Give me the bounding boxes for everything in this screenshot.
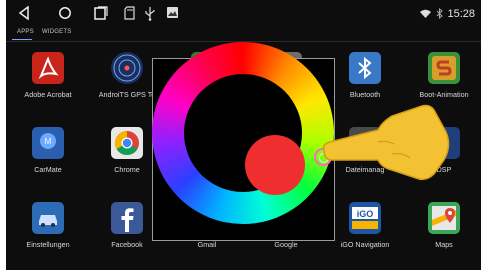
app-igo-navigation[interactable]: iGO iGO Navigation (325, 202, 405, 262)
recents-nav-icon[interactable] (94, 6, 108, 20)
color-wheel[interactable] (152, 42, 334, 224)
wifi-icon (420, 9, 431, 18)
app-carmate[interactable]: M CarMate (8, 127, 88, 187)
adobe-acrobat-icon (32, 52, 64, 84)
carmate-icon: M (32, 127, 64, 159)
svg-text:M: M (45, 137, 52, 146)
selected-color-preview[interactable] (245, 135, 305, 195)
app-label: Facebook (111, 240, 143, 249)
pointing-hand-icon (322, 104, 450, 181)
status-clock: 15:28 (447, 8, 475, 20)
app-label: Maps (435, 240, 453, 249)
sd-card-icon (124, 6, 135, 20)
bluetooth-icon (349, 52, 381, 84)
chrome-icon (111, 127, 143, 159)
color-wheel-center (184, 74, 305, 195)
app-label: Adobe Acrobat (24, 90, 72, 99)
igo-navigation-icon: iGO (349, 202, 381, 234)
app-label: CarMate (34, 165, 62, 174)
back-nav-icon[interactable] (18, 6, 30, 20)
app-maps[interactable]: Maps (404, 202, 481, 262)
image-icon (167, 7, 178, 18)
app-label: Bluetooth (349, 90, 381, 99)
settings-car-icon (32, 202, 64, 234)
app-label: Google (274, 240, 298, 249)
tab-widgets[interactable]: WIDGETS (42, 29, 71, 35)
home-nav-icon[interactable] (58, 6, 72, 20)
maps-icon (428, 202, 460, 234)
status-bar: 15:28 (6, 0, 481, 28)
facebook-icon (111, 202, 143, 234)
gps-test-icon (111, 52, 143, 84)
tab-apps[interactable]: APPS (17, 29, 34, 35)
boot-animation-icon (428, 52, 460, 84)
app-label: iGO Navigation (340, 240, 390, 249)
app-label: Boot-Animation (419, 90, 469, 99)
app-label: Gmail (197, 240, 217, 249)
android-screen: 15:28 APPS WIDGETS Adobe Acrobat AndroiT… (6, 0, 481, 270)
bluetooth-status-icon (436, 8, 443, 19)
app-einstellungen[interactable]: Einstellungen (8, 202, 88, 262)
svg-text:iGO: iGO (357, 209, 374, 219)
app-adobe-acrobat[interactable]: Adobe Acrobat (8, 52, 88, 112)
usb-icon (145, 7, 155, 21)
active-tab-indicator (12, 39, 32, 40)
app-label: Einstellungen (26, 240, 70, 249)
